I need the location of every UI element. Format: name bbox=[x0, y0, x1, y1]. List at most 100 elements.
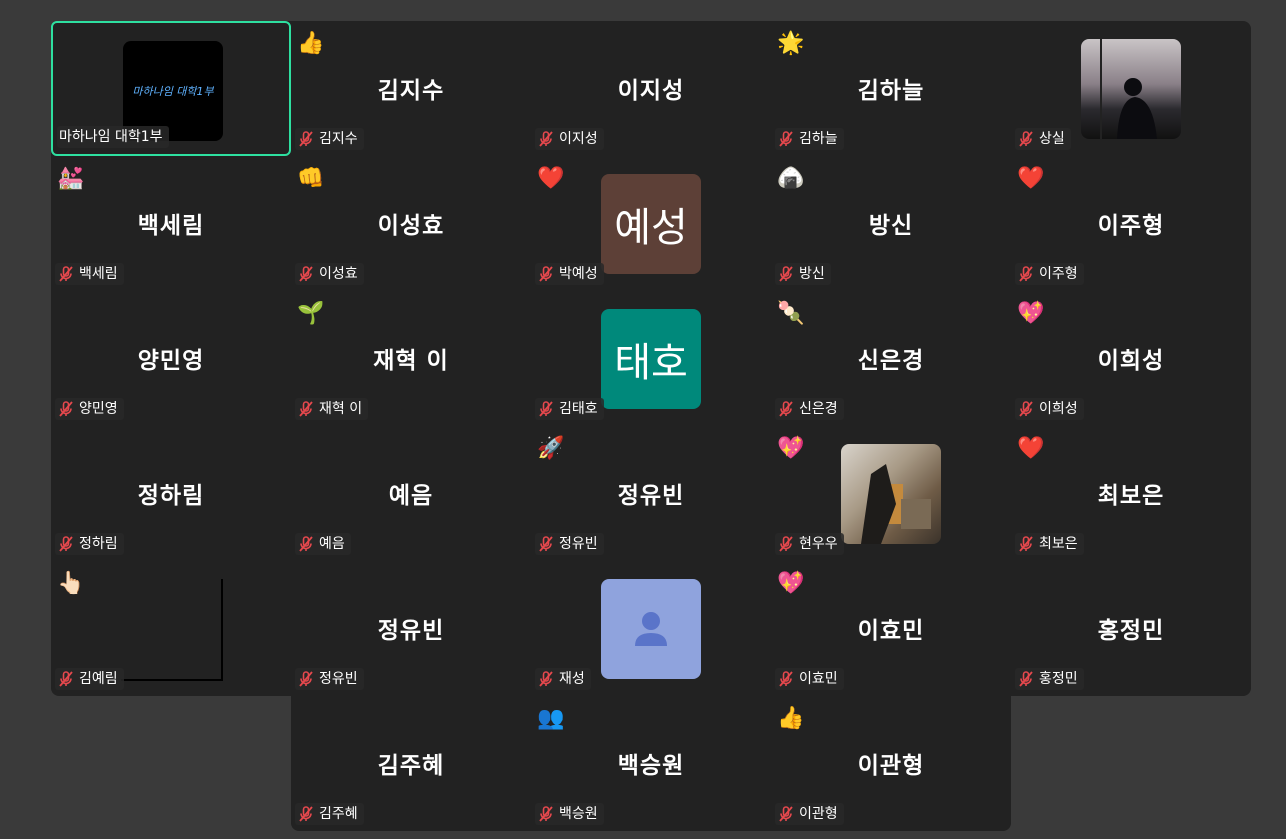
microphone-muted-icon bbox=[299, 266, 313, 282]
participant-tile[interactable]: 마하나임 대학1부 마하나임 대학1부 bbox=[51, 21, 291, 156]
participant-label: 방신 bbox=[775, 263, 831, 285]
participant-name: 정유빈 bbox=[617, 483, 685, 509]
participant-tile[interactable]: 이성효 👊 이성효 bbox=[291, 156, 531, 291]
participant-label: 마하나임 대학1부 bbox=[57, 126, 169, 148]
participant-name: 김주혜 bbox=[377, 753, 445, 779]
participant-label: 백승원 bbox=[535, 803, 604, 825]
participant-label-text: 이주형 bbox=[1039, 266, 1078, 282]
reaction-emoji-icon: 💒 bbox=[57, 166, 85, 191]
video-frame bbox=[121, 579, 223, 681]
participant-tile[interactable]: 이지성 이지성 bbox=[531, 21, 771, 156]
reaction-emoji-icon: 👍 bbox=[297, 31, 325, 56]
participant-tile[interactable]: 재혁 이 🌱 재혁 이 bbox=[291, 291, 531, 426]
participant-label: 김주혜 bbox=[295, 803, 364, 825]
participant-label: 정유빈 bbox=[295, 668, 364, 690]
reaction-emoji-icon: 👥 bbox=[537, 706, 565, 731]
logo-text: 마하나임 대학1부 bbox=[132, 85, 214, 98]
participant-label: 김지수 bbox=[295, 128, 364, 150]
participant-tile[interactable]: 이효민 💖 이효민 bbox=[771, 561, 1011, 696]
participant-label-text: 이관형 bbox=[799, 806, 838, 822]
participant-tile[interactable]: 예음 예음 bbox=[291, 426, 531, 561]
participant-name: 재혁 이 bbox=[373, 348, 449, 374]
video-grid-overflow: 김주혜 김주혜 백승원 👥 백승원 이관형 👍 이관형 bbox=[291, 696, 1011, 831]
microphone-muted-icon bbox=[59, 536, 73, 552]
participant-tile[interactable]: 양민영 양민영 bbox=[51, 291, 291, 426]
participant-label: 백세림 bbox=[55, 263, 124, 285]
participant-tile[interactable]: 정유빈 정유빈 bbox=[291, 561, 531, 696]
participant-tile[interactable]: 이관형 👍 이관형 bbox=[771, 696, 1011, 831]
microphone-muted-icon bbox=[59, 266, 73, 282]
participant-tile[interactable]: 이희성 💖 이희성 bbox=[1011, 291, 1251, 426]
microphone-muted-icon bbox=[299, 401, 313, 417]
profile-photo bbox=[1081, 39, 1181, 139]
participant-label-text: 백승원 bbox=[559, 806, 598, 822]
participant-tile[interactable]: 최보은 ❤️ 최보은 bbox=[1011, 426, 1251, 561]
participant-tile[interactable]: 홍정민 홍정민 bbox=[1011, 561, 1251, 696]
participant-name: 이효민 bbox=[857, 618, 925, 644]
participant-label-text: 최보은 bbox=[1039, 536, 1078, 552]
participant-tile[interactable]: 백승원 👥 백승원 bbox=[531, 696, 771, 831]
microphone-muted-icon bbox=[779, 266, 793, 282]
participant-tile[interactable]: 방신 🍙 방신 bbox=[771, 156, 1011, 291]
participant-label-text: 백세림 bbox=[79, 266, 118, 282]
participant-label-text: 이성효 bbox=[319, 266, 358, 282]
participant-label: 이효민 bbox=[775, 668, 844, 690]
participant-name: 정하림 bbox=[137, 483, 205, 509]
participant-label: 홍정민 bbox=[1015, 668, 1084, 690]
participant-name: 최보은 bbox=[1097, 483, 1165, 509]
reaction-emoji-icon: 👍 bbox=[777, 706, 805, 731]
participant-tile[interactable]: 김하늘 🌟 김하늘 bbox=[771, 21, 1011, 156]
participant-name: 이성효 bbox=[377, 213, 445, 239]
participant-label: 상실 bbox=[1015, 128, 1071, 150]
microphone-muted-icon bbox=[1019, 671, 1033, 687]
microphone-muted-icon bbox=[1019, 536, 1033, 552]
person-icon bbox=[635, 612, 667, 646]
microphone-muted-icon bbox=[1019, 401, 1033, 417]
participant-tile[interactable]: 💖 현우우 bbox=[771, 426, 1011, 561]
participant-label-text: 신은경 bbox=[799, 401, 838, 417]
reaction-emoji-icon: 🚀 bbox=[537, 436, 565, 461]
participant-tile[interactable]: 백세림 💒 백세림 bbox=[51, 156, 291, 291]
reaction-emoji-icon: 👆🏻 bbox=[57, 571, 85, 596]
participant-label: 재혁 이 bbox=[295, 398, 369, 420]
participant-tile[interactable]: 예성 ❤️ 박예성 bbox=[531, 156, 771, 291]
participant-label-text: 홍정민 bbox=[1039, 671, 1078, 687]
participant-label: 김하늘 bbox=[775, 128, 844, 150]
reaction-emoji-icon: 🌱 bbox=[297, 301, 325, 326]
microphone-muted-icon bbox=[539, 536, 553, 552]
microphone-muted-icon bbox=[299, 806, 313, 822]
participant-label-text: 김예림 bbox=[79, 671, 118, 687]
participant-label: 양민영 bbox=[55, 398, 124, 420]
participant-tile[interactable]: 태호김태호 bbox=[531, 291, 771, 426]
microphone-muted-icon bbox=[539, 401, 553, 417]
participant-tile[interactable]: 신은경 🍡 신은경 bbox=[771, 291, 1011, 426]
participant-label-text: 양민영 bbox=[79, 401, 118, 417]
participant-label: 현우우 bbox=[775, 533, 844, 555]
participant-label: 이지성 bbox=[535, 128, 604, 150]
participant-label-text: 이지성 bbox=[559, 131, 598, 147]
microphone-muted-icon bbox=[779, 536, 793, 552]
reaction-emoji-icon: 💖 bbox=[1017, 301, 1045, 326]
avatar-initials: 태호 bbox=[614, 340, 688, 386]
participant-label-text: 방신 bbox=[799, 266, 825, 282]
participant-tile[interactable]: 이주형 ❤️ 이주형 bbox=[1011, 156, 1251, 291]
avatar: 태호 bbox=[601, 309, 701, 409]
participant-tile[interactable]: 👆🏻 김예림 bbox=[51, 561, 291, 696]
participant-tile[interactable]: 상실 bbox=[1011, 21, 1251, 156]
participant-tile[interactable]: 김지수 👍 김지수 bbox=[291, 21, 531, 156]
participant-tile[interactable]: 정하림 정하림 bbox=[51, 426, 291, 561]
participant-label-text: 김태호 bbox=[559, 401, 598, 417]
microphone-muted-icon bbox=[779, 401, 793, 417]
microphone-muted-icon bbox=[779, 671, 793, 687]
participant-tile[interactable]: 재성 bbox=[531, 561, 771, 696]
participant-label-text: 재혁 이 bbox=[319, 401, 363, 417]
microphone-muted-icon bbox=[539, 806, 553, 822]
participant-label: 이희성 bbox=[1015, 398, 1084, 420]
participant-tile[interactable]: 정유빈 🚀 정유빈 bbox=[531, 426, 771, 561]
participant-label: 예음 bbox=[295, 533, 351, 555]
participant-label: 정하림 bbox=[55, 533, 124, 555]
participant-label-text: 김하늘 bbox=[799, 131, 838, 147]
participant-label-text: 현우우 bbox=[799, 536, 838, 552]
participant-name: 이주형 bbox=[1097, 213, 1165, 239]
participant-tile[interactable]: 김주혜 김주혜 bbox=[291, 696, 531, 831]
